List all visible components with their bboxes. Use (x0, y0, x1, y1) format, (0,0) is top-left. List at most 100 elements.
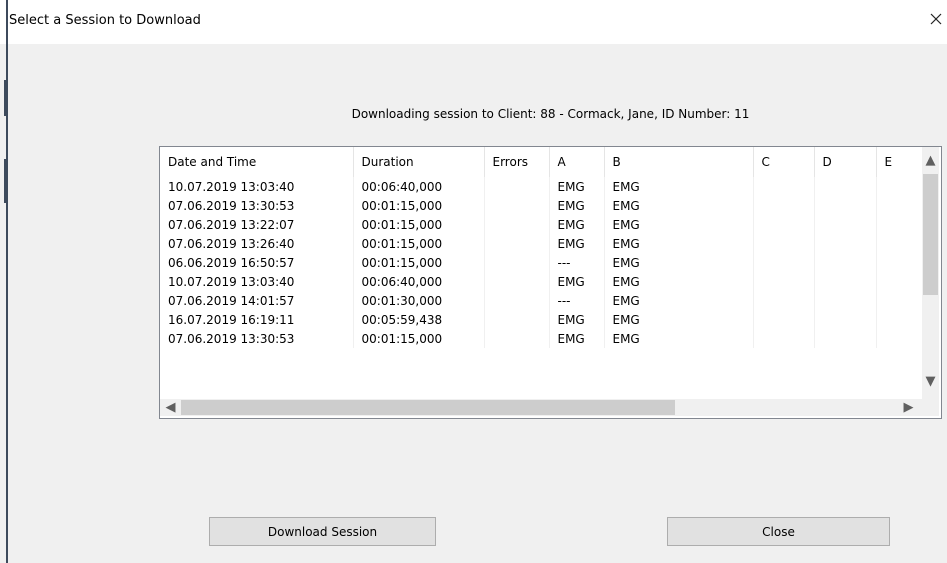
table-row[interactable]: 06.06.2019 16:50:57 00:01:15,000 --- EMG (160, 253, 927, 272)
cell-d (814, 310, 877, 329)
download-status-text: Downloading session to Client: 88 - Corm… (351, 107, 750, 121)
cell-d (814, 253, 877, 272)
cell-a: EMG (549, 329, 605, 348)
cell-c (753, 177, 815, 196)
cell-b: EMG (604, 196, 754, 215)
cell-d (814, 196, 877, 215)
cell-errors (484, 272, 550, 291)
cell-a: EMG (549, 272, 605, 291)
cell-a: EMG (549, 215, 605, 234)
cell-duration: 00:01:15,000 (353, 234, 485, 253)
cell-c (753, 215, 815, 234)
cell-e (876, 196, 927, 215)
table-row[interactable]: 10.07.2019 13:03:40 00:06:40,000 EMG EMG (160, 177, 927, 196)
cell-date-time: 10.07.2019 13:03:40 (160, 177, 354, 196)
cell-a: EMG (549, 234, 605, 253)
window-title: Select a Session to Download (9, 13, 201, 28)
cell-date-time: 07.06.2019 13:26:40 (160, 234, 354, 253)
scroll-right-icon[interactable]: ▶ (900, 399, 917, 416)
table-row[interactable]: 07.06.2019 13:26:40 00:01:15,000 EMG EMG (160, 234, 927, 253)
cell-e (876, 177, 927, 196)
cell-errors (484, 177, 550, 196)
cell-b: EMG (604, 272, 754, 291)
column-header-e[interactable]: E (876, 147, 927, 177)
cell-a: --- (549, 253, 605, 272)
cell-c (753, 310, 815, 329)
title-bar: Select a Session to Download (0, 0, 947, 44)
scroll-left-icon[interactable]: ◀ (162, 399, 179, 416)
cell-e (876, 253, 927, 272)
horizontal-scrollbar[interactable]: ◀ ▶ (160, 399, 922, 416)
session-table: Date and Time Duration Errors A B C D E … (160, 147, 927, 348)
scroll-up-icon[interactable]: ▲ (922, 152, 939, 169)
table-row[interactable]: 07.06.2019 13:30:53 00:01:15,000 EMG EMG (160, 196, 927, 215)
scrollbar-corner (922, 399, 939, 416)
table-row[interactable]: 07.06.2019 14:01:57 00:01:30,000 --- EMG (160, 291, 927, 310)
vertical-scrollbar[interactable]: ▲ ▼ (922, 147, 939, 399)
cell-b: EMG (604, 329, 754, 348)
session-list[interactable]: Date and Time Duration Errors A B C D E … (159, 146, 942, 419)
cell-d (814, 329, 877, 348)
cell-c (753, 196, 815, 215)
column-header-date-time[interactable]: Date and Time (160, 147, 354, 177)
cell-d (814, 234, 877, 253)
cell-date-time: 16.07.2019 16:19:11 (160, 310, 354, 329)
cell-c (753, 291, 815, 310)
scroll-down-icon[interactable]: ▼ (922, 373, 939, 390)
cell-a: EMG (549, 310, 605, 329)
cell-duration: 00:06:40,000 (353, 177, 485, 196)
close-button[interactable]: Close (667, 517, 890, 546)
cell-date-time: 07.06.2019 13:30:53 (160, 329, 354, 348)
column-header-a[interactable]: A (549, 147, 605, 177)
cell-date-time: 10.07.2019 13:03:40 (160, 272, 354, 291)
cell-a: EMG (549, 177, 605, 196)
cell-a: --- (549, 291, 605, 310)
column-header-d[interactable]: D (814, 147, 877, 177)
cell-duration: 00:01:15,000 (353, 196, 485, 215)
horizontal-scroll-thumb[interactable] (181, 400, 675, 415)
table-row[interactable]: 16.07.2019 16:19:11 00:05:59,438 EMG EMG (160, 310, 927, 329)
cell-duration: 00:01:15,000 (353, 215, 485, 234)
cell-c (753, 272, 815, 291)
cell-duration: 00:01:15,000 (353, 253, 485, 272)
cell-date-time: 06.06.2019 16:50:57 (160, 253, 354, 272)
cell-a: EMG (549, 196, 605, 215)
cell-e (876, 215, 927, 234)
table-row[interactable]: 07.06.2019 13:30:53 00:01:15,000 EMG EMG (160, 329, 927, 348)
cell-e (876, 234, 927, 253)
cell-d (814, 215, 877, 234)
cell-d (814, 291, 877, 310)
cell-errors (484, 253, 550, 272)
cell-b: EMG (604, 310, 754, 329)
cell-errors (484, 234, 550, 253)
cell-errors (484, 291, 550, 310)
column-header-duration[interactable]: Duration (353, 147, 485, 177)
cell-e (876, 272, 927, 291)
cell-errors (484, 329, 550, 348)
cell-date-time: 07.06.2019 13:22:07 (160, 215, 354, 234)
cell-date-time: 07.06.2019 13:30:53 (160, 196, 354, 215)
vertical-scroll-thumb[interactable] (923, 174, 938, 295)
cell-errors (484, 215, 550, 234)
cell-duration: 00:01:30,000 (353, 291, 485, 310)
cell-e (876, 291, 927, 310)
table-row[interactable]: 07.06.2019 13:22:07 00:01:15,000 EMG EMG (160, 215, 927, 234)
cell-b: EMG (604, 215, 754, 234)
cell-d (814, 177, 877, 196)
cell-e (876, 329, 927, 348)
cell-b: EMG (604, 177, 754, 196)
cell-c (753, 253, 815, 272)
cell-errors (484, 310, 550, 329)
cell-duration: 00:01:15,000 (353, 329, 485, 348)
cell-c (753, 329, 815, 348)
column-header-b[interactable]: B (604, 147, 754, 177)
column-header-errors[interactable]: Errors (484, 147, 550, 177)
cell-errors (484, 196, 550, 215)
table-row[interactable]: 10.07.2019 13:03:40 00:06:40,000 EMG EMG (160, 272, 927, 291)
cell-duration: 00:05:59,438 (353, 310, 485, 329)
window-close-icon[interactable] (925, 8, 947, 30)
cell-date-time: 07.06.2019 14:01:57 (160, 291, 354, 310)
download-session-button[interactable]: Download Session (209, 517, 436, 546)
window-edge-mark (4, 80, 8, 116)
column-header-c[interactable]: C (753, 147, 815, 177)
